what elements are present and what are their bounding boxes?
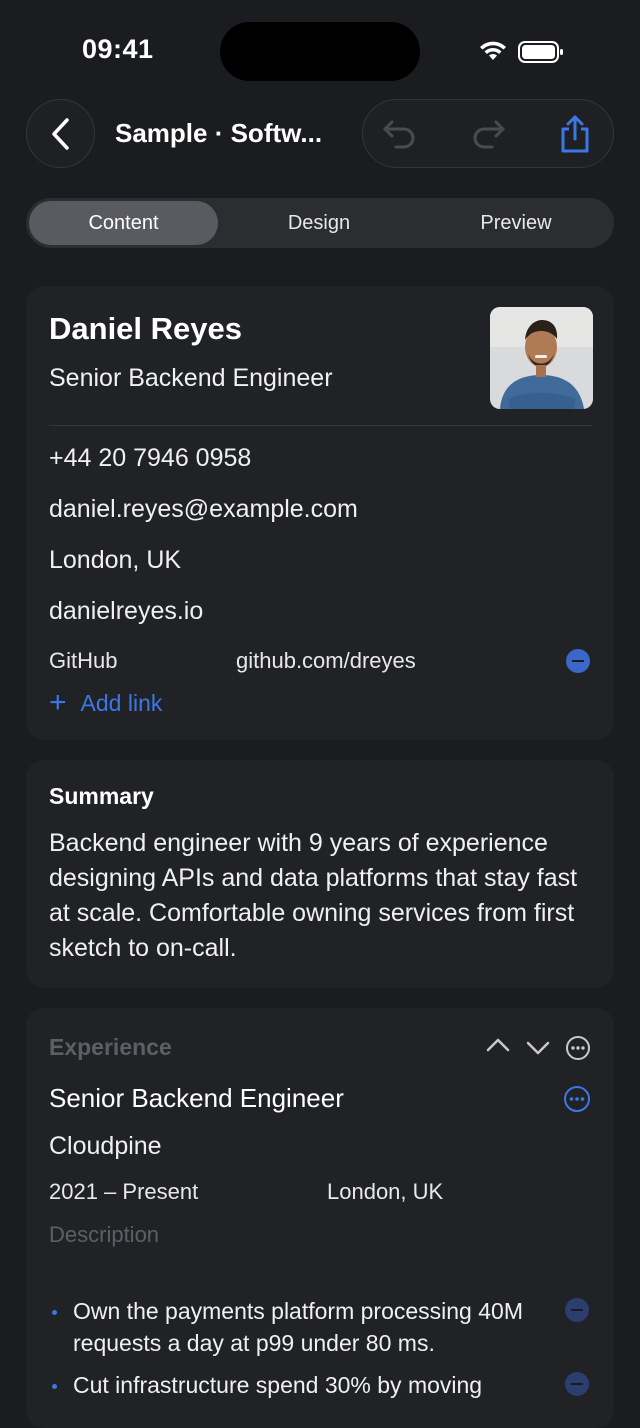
remove-bullet-button[interactable]: [565, 1372, 589, 1396]
page-title: Sample · Softw...: [115, 118, 323, 148]
segmented-control: Content Design Preview: [26, 198, 614, 248]
more-icon: [566, 1036, 590, 1060]
bullet-item[interactable]: Own the payments platform processing 40M…: [73, 1295, 543, 1359]
undo-icon: [383, 120, 415, 149]
link-url-field[interactable]: github.com/dreyes: [236, 648, 416, 674]
experience-company[interactable]: Cloudpine: [49, 1132, 162, 1161]
remove-link-button[interactable]: [566, 649, 590, 673]
avatar[interactable]: [490, 307, 593, 409]
wifi-icon: [478, 40, 508, 67]
plus-icon: +: [49, 686, 67, 719]
location-field[interactable]: London, UK: [49, 546, 181, 575]
summary-heading: Summary: [49, 783, 154, 809]
tab-design[interactable]: Design: [224, 198, 414, 248]
back-button[interactable]: [26, 99, 95, 168]
more-icon: [564, 1086, 590, 1112]
experience-role[interactable]: Senior Backend Engineer: [49, 1083, 344, 1114]
description-placeholder[interactable]: Description: [49, 1222, 159, 1248]
add-link-label: Add link: [80, 689, 163, 716]
tab-content[interactable]: Content: [29, 201, 218, 245]
profile-name[interactable]: Daniel Reyes: [49, 311, 242, 347]
undo-button[interactable]: [380, 114, 420, 154]
add-link-button[interactable]: + Add link: [49, 688, 162, 718]
dynamic-island: [220, 22, 420, 81]
redo-icon: [473, 120, 505, 149]
tab-preview[interactable]: Preview: [421, 198, 611, 248]
link-label-field[interactable]: GitHub: [49, 648, 117, 674]
chevron-down-icon: [526, 1041, 550, 1055]
move-up-button[interactable]: [486, 1037, 510, 1058]
phone-field[interactable]: +44 20 7946 0958: [49, 444, 251, 473]
battery-icon: [518, 41, 564, 68]
bullet-dot: [52, 1310, 57, 1315]
redo-button[interactable]: [468, 114, 508, 154]
bullet-item[interactable]: Cut infrastructure spend 30% by moving: [73, 1369, 543, 1401]
experience-heading: Experience: [49, 1034, 172, 1060]
experience-card: [26, 1008, 614, 1428]
move-down-button[interactable]: [526, 1040, 550, 1061]
section-more-button[interactable]: [565, 1035, 591, 1066]
profile-title[interactable]: Senior Backend Engineer: [49, 364, 333, 393]
share-button[interactable]: [555, 114, 595, 154]
toolbar-actions: [362, 99, 614, 168]
status-time: 09:41: [82, 34, 154, 64]
website-field[interactable]: danielreyes.io: [49, 597, 203, 626]
remove-bullet-button[interactable]: [565, 1298, 589, 1322]
summary-text[interactable]: Backend engineer with 9 years of experie…: [49, 826, 604, 966]
divider: [49, 425, 592, 426]
share-icon: [561, 115, 589, 153]
experience-location[interactable]: London, UK: [327, 1179, 443, 1205]
chevron-left-icon: [51, 117, 69, 150]
email-field[interactable]: daniel.reyes@example.com: [49, 495, 358, 524]
bullet-dot: [52, 1384, 57, 1389]
experience-dates[interactable]: 2021 – Present: [49, 1179, 198, 1205]
entry-more-button[interactable]: [563, 1085, 591, 1118]
chevron-up-icon: [486, 1038, 510, 1052]
